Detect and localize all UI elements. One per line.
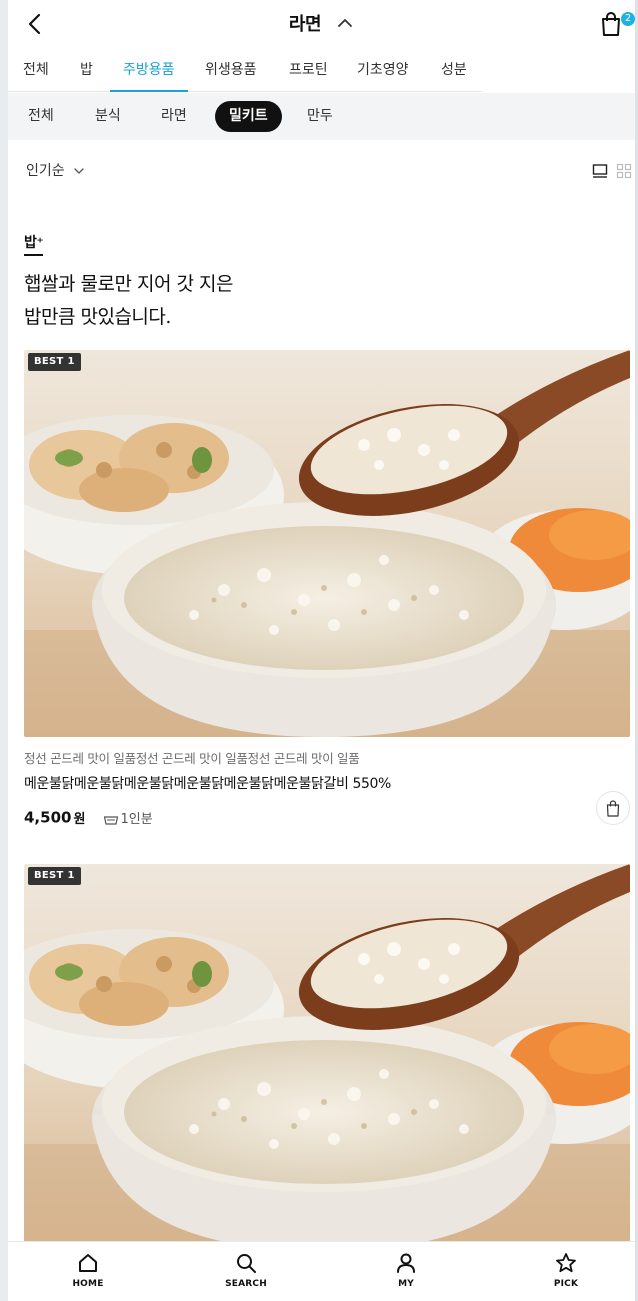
list-view-icon[interactable] — [592, 163, 608, 179]
brand-headline: 햅쌀과 물로만 지어 갓 지은 밥만큼 맛있습니다. — [24, 268, 233, 334]
home-icon — [79, 1254, 97, 1272]
sort-label: 인기순 — [26, 163, 65, 179]
shopping-bag-icon — [602, 12, 620, 36]
grid-view-icon[interactable] — [616, 163, 632, 179]
product-name[interactable]: 메운불닭메운불닭메운불닭메운불닭메운불닭메운불닭갈비 550% — [24, 773, 630, 793]
tab-hygiene[interactable]: 위생용품 — [205, 52, 257, 92]
rice-bowl-photo — [24, 350, 630, 737]
nav-pick-label: PICK — [553, 1279, 579, 1289]
price-currency: 원 — [73, 812, 86, 827]
serving-label: 1인분 — [120, 812, 153, 827]
sort-dropdown[interactable]: 인기순 — [26, 160, 85, 180]
product-card[interactable]: BEST 1 — [24, 864, 630, 1251]
shopping-bag-icon — [606, 800, 620, 817]
chevron-up-icon — [338, 19, 353, 27]
left-gutter — [0, 0, 8, 1301]
nav-search-label: SEARCH — [225, 1279, 267, 1289]
product-image[interactable]: BEST 1 — [24, 864, 630, 1251]
chevron-down-icon — [74, 168, 84, 174]
title-dropdown[interactable]: 라면 — [8, 10, 635, 36]
search-icon — [237, 1254, 256, 1273]
tab-kitchen[interactable]: 주방용품 — [110, 52, 188, 92]
serving-info: 1인분 — [103, 808, 153, 827]
best-badge: BEST 1 — [28, 867, 81, 885]
add-to-cart-button[interactable] — [596, 791, 630, 825]
app-screen: 라면 2 전체 밥 주방용품 위생용품 프로틴 기초영양 성분 전체 분식 라면… — [8, 0, 635, 1301]
bottom-navigation: HOME SEARCH MY PICK — [8, 1241, 635, 1301]
subtab-dumpling[interactable]: 만두 — [307, 101, 333, 132]
nav-my[interactable]: MY — [376, 1252, 436, 1289]
nav-home[interactable]: HOME — [58, 1252, 118, 1289]
headline-line-2: 밥만큼 맛있습니다. — [24, 306, 171, 328]
top-header: 라면 2 — [8, 0, 635, 48]
rice-bowl-photo — [24, 864, 630, 1251]
subcategory-tabs: 전체 분식 라면 밀키트 만두 — [8, 93, 635, 140]
tab-ingredients[interactable]: 성분 — [441, 52, 467, 92]
tab-basic-nutrition[interactable]: 기초영양 — [357, 52, 409, 92]
best-badge: BEST 1 — [28, 353, 81, 371]
headline-line-1: 햅쌀과 물로만 지어 갓 지은 — [24, 273, 233, 295]
nav-search[interactable]: SEARCH — [216, 1252, 276, 1289]
nav-pick[interactable]: PICK — [536, 1252, 596, 1289]
star-icon — [556, 1253, 576, 1273]
product-card[interactable]: BEST 1 정선 곤드레 맛이 일품정선 곤드레 맛이 일품정선 곤드레 맛이… — [24, 350, 630, 831]
product-price: 4,500 — [24, 808, 72, 827]
tab-all[interactable]: 전체 — [23, 52, 49, 92]
category-tabs: 전체 밥 주방용품 위생용품 프로틴 기초영양 성분 — [8, 52, 482, 92]
product-subtitle: 정선 곤드레 맛이 일품정선 곤드레 맛이 일품정선 곤드레 맛이 일품 — [24, 751, 360, 766]
subtab-ramen[interactable]: 라면 — [161, 101, 187, 132]
brand-name[interactable]: 밥⁺ — [24, 232, 44, 256]
nav-home-label: HOME — [72, 1279, 104, 1289]
tab-protein[interactable]: 프로틴 — [289, 52, 328, 92]
cart-count-badge: 2 — [621, 12, 635, 26]
subtab-all[interactable]: 전체 — [28, 101, 54, 132]
user-icon — [397, 1253, 415, 1273]
bowl-icon — [103, 815, 118, 825]
subtab-mealkit[interactable]: 밀키트 — [215, 101, 282, 132]
product-image[interactable]: BEST 1 — [24, 350, 630, 737]
price-row: 4,500 원 1인분 — [24, 791, 630, 831]
subtab-snack[interactable]: 분식 — [95, 101, 121, 132]
tab-rice[interactable]: 밥 — [80, 52, 93, 92]
nav-my-label: MY — [398, 1279, 414, 1289]
page-title: 라면 — [288, 14, 322, 35]
